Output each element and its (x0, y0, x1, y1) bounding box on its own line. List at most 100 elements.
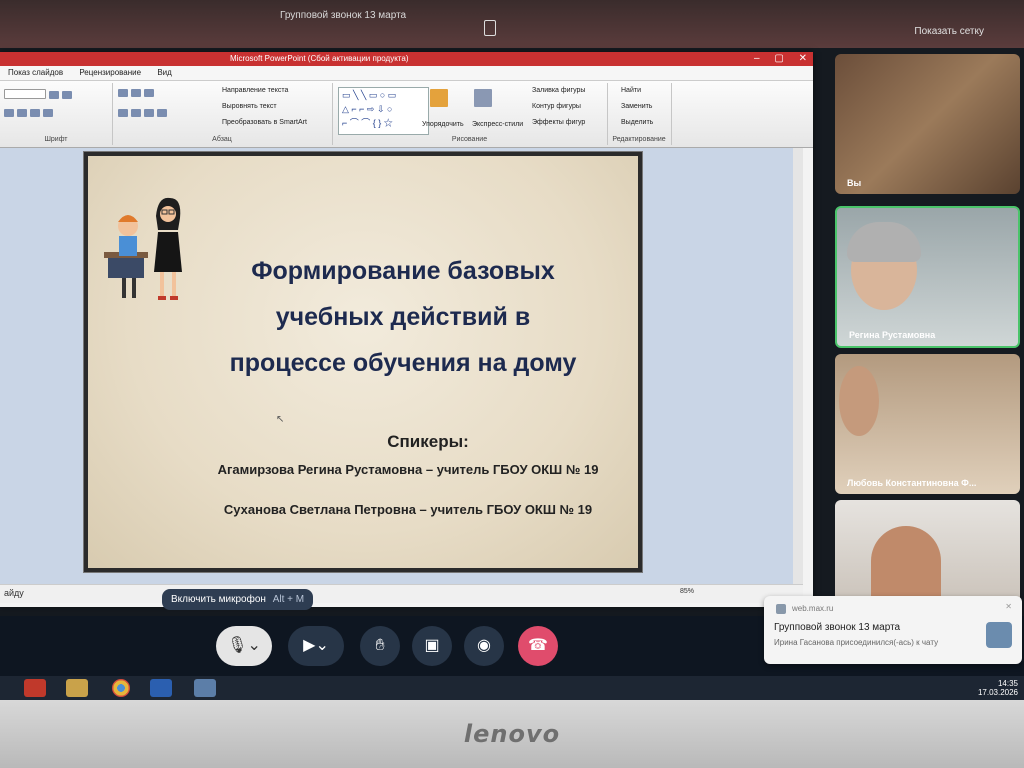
participant-name: Вы (847, 178, 862, 188)
arrange-button[interactable]: Упорядочить (422, 121, 464, 128)
status-bar: айду 85% (0, 584, 803, 603)
notification-toast[interactable]: web.max.ru ✕ Групповой звонок 13 марта И… (764, 596, 1022, 664)
phone-icon (484, 20, 496, 36)
align-left-button[interactable] (118, 109, 128, 117)
record-icon: ◉ (477, 637, 491, 654)
underline-button[interactable] (4, 109, 14, 117)
taskbar: 14:35 17.03.2026 (0, 676, 1024, 700)
editing-group: Найти Заменить Выделить Редактирование (607, 83, 672, 145)
font-size-box[interactable] (4, 89, 46, 99)
acrobat-icon[interactable] (24, 679, 46, 697)
speaker-1: Агамирзова Регина Рустамовна – учитель Г… (217, 462, 599, 477)
participant-tile-self[interactable]: Вы (835, 54, 1020, 194)
align-text-button[interactable]: Выровнять текст (222, 103, 277, 110)
raise-hand-button[interactable]: ✋︎ (360, 626, 400, 666)
menu-review[interactable]: Рецензирование (79, 68, 141, 77)
mic-tooltip: Включить микрофон Alt + M (162, 589, 314, 610)
paragraph-group: Направление текста Выровнять текст Преоб… (112, 83, 333, 145)
numbering-button[interactable] (131, 89, 141, 97)
font-group: Шрифт (0, 83, 113, 145)
status-text: айду (4, 588, 24, 598)
align-center-button[interactable] (131, 109, 141, 117)
camera-icon: ▶⌄ (303, 637, 329, 654)
bullets-button[interactable] (118, 89, 128, 97)
menu-slideshow[interactable]: Показ слайдов (8, 68, 63, 77)
select-button[interactable]: Выделить (621, 119, 653, 126)
participants-panel: Вы Регина Рустамовна Любовь Константинов… (835, 54, 1024, 614)
microphone-button[interactable]: 🎙︎⌄ (216, 626, 272, 666)
camera-button[interactable]: ▶⌄ (288, 626, 344, 666)
quick-styles-icon[interactable] (474, 89, 492, 107)
find-button[interactable]: Найти (621, 87, 641, 94)
quick-styles-button[interactable]: Экспресс-стили (472, 121, 523, 128)
close-icon[interactable]: ✕ (799, 53, 807, 64)
strikethrough-button[interactable] (17, 109, 27, 117)
word-icon[interactable] (150, 679, 172, 697)
window-icon[interactable] (194, 679, 216, 697)
italic-button[interactable] (62, 91, 72, 99)
replace-button[interactable]: Заменить (621, 103, 652, 110)
clock-date: 17.03.2026 (977, 688, 1018, 697)
speaker-2: Суханова Светлана Петровна – учитель ГБО… (223, 502, 593, 517)
mouse-cursor-icon: ↖ (276, 414, 285, 425)
mic-tooltip-text: Включить микрофон (171, 594, 266, 605)
vertical-scrollbar[interactable] (793, 148, 803, 584)
call-header: Групповой звонок 13 марта Показать сетку (0, 0, 1024, 48)
notification-app: web.max.ru (792, 604, 834, 613)
participant-tile[interactable]: Регина Рустамовна (835, 206, 1020, 348)
drawing-group: ▭ ╲ ╲ ▭ ○ ▭ △ ⌐ ⌐ ⇨ ⇩ ○ ⌐ ⌒ ⌒ { } ☆ Упоряд… (332, 83, 608, 145)
participant-tile[interactable]: Любовь Константиновна Ф... (835, 354, 1020, 494)
lenovo-logo: lenovo (463, 720, 561, 748)
hand-icon: ✋︎ (375, 637, 385, 654)
participant-video (839, 366, 879, 436)
powerpoint-window: Microsoft PowerPoint (Сбой активации про… (0, 52, 813, 607)
bold-button[interactable] (49, 91, 59, 99)
show-grid-button[interactable]: Показать сетку (914, 26, 984, 37)
shape-fill-button[interactable]: Заливка фигуры (532, 87, 585, 94)
slide-title-line: учебных действий в (275, 303, 531, 331)
shape-outline-button[interactable]: Контур фигуры (532, 103, 581, 110)
participant-hair (847, 222, 921, 262)
minimize-icon[interactable]: – (754, 53, 760, 64)
font-group-label: Шрифт (44, 136, 68, 143)
call-title: Групповой звонок 13 марта (280, 10, 407, 21)
notification-title: Групповой звонок 13 марта (774, 622, 901, 633)
microphone-off-icon: 🎙︎⌄ (227, 637, 261, 654)
shapes-gallery[interactable]: ▭ ╲ ╲ ▭ ○ ▭ △ ⌐ ⌐ ⇨ ⇩ ○ ⌐ ⌒ ⌒ { } ☆ (338, 87, 429, 135)
powerpoint-titlebar: Microsoft PowerPoint (Сбой активации про… (0, 52, 813, 66)
laptop-bezel: lenovo (0, 700, 1024, 768)
close-icon[interactable]: ✕ (1005, 602, 1012, 611)
speakers-label: Спикеры: (387, 432, 469, 451)
chrome-icon[interactable] (112, 679, 130, 697)
font-color-button[interactable] (30, 109, 40, 117)
file-explorer-icon[interactable] (66, 679, 88, 697)
menu-view[interactable]: Вид (157, 68, 171, 77)
end-call-button[interactable]: ☎ (518, 626, 558, 666)
participant-name: Любовь Константиновна Ф... (847, 478, 977, 488)
slide-workspace: Формирование базовых учебных действий в … (0, 148, 803, 584)
change-case-button[interactable] (43, 109, 53, 117)
screen-share-icon: ▣ (424, 637, 440, 654)
justify-button[interactable] (157, 109, 167, 117)
slide-title-line: процессе обучения на дому (229, 349, 577, 377)
slide-title-line: Формирование базовых (251, 257, 555, 285)
arrange-icon[interactable] (430, 89, 448, 107)
ribbon: Шрифт Направление текста Выровнять текст… (0, 81, 813, 148)
app-icon (776, 604, 786, 614)
clock-time: 14:35 (997, 679, 1018, 688)
smartart-button[interactable]: Преобразовать в SmartArt (222, 119, 307, 126)
screen-share-button[interactable]: ▣ (412, 626, 452, 666)
zoom-level[interactable]: 85% (680, 588, 694, 595)
text-direction-button[interactable]: Направление текста (222, 87, 288, 94)
participant-tile[interactable] (835, 500, 1020, 610)
participant-name: Регина Рустамовна (849, 330, 936, 340)
record-button[interactable]: ◉ (464, 626, 504, 666)
shape-effects-button[interactable]: Эффекты фигур (532, 119, 585, 126)
align-right-button[interactable] (144, 109, 154, 117)
slide-title: Формирование базовых учебных действий в … (168, 248, 638, 386)
participant-video (871, 526, 941, 606)
indent-button[interactable] (144, 89, 154, 97)
maximize-icon[interactable]: ▢ (774, 53, 783, 64)
slide[interactable]: Формирование базовых учебных действий в … (88, 156, 638, 568)
notification-text: Ирина Гасанова присоединился(-ась) к чат… (774, 638, 939, 647)
